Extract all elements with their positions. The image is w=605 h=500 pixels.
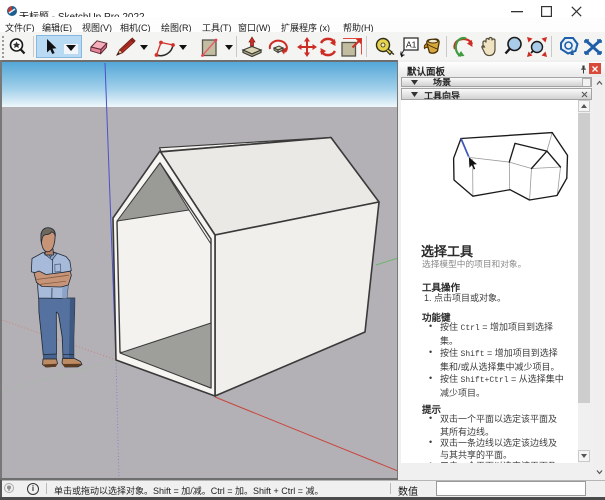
svg-text:A1: A1 (406, 40, 417, 50)
